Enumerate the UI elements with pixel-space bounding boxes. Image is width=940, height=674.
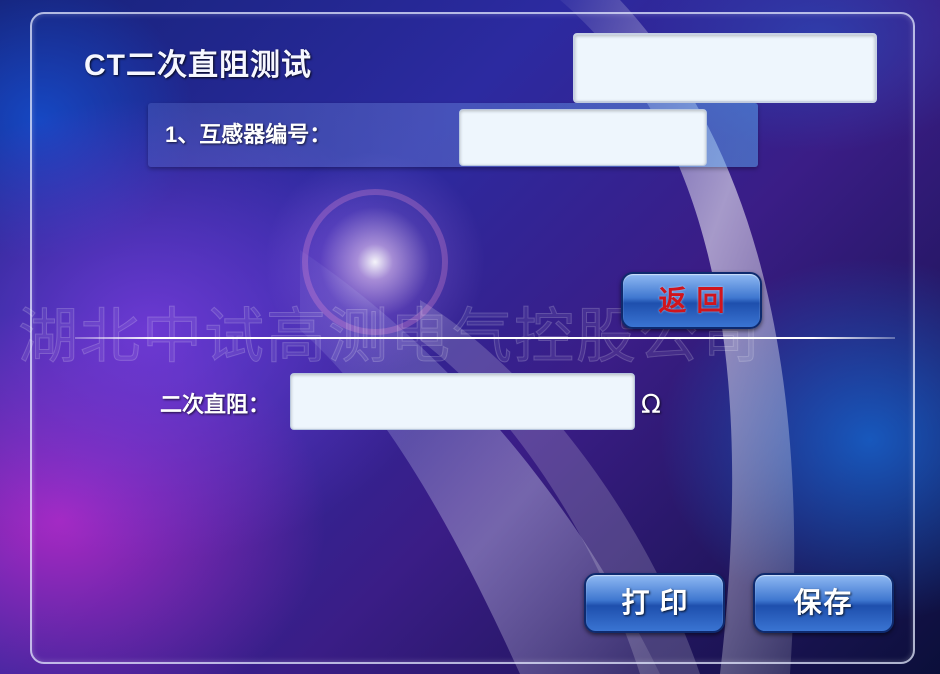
ohm-unit-label: Ω [641,390,661,420]
secondary-resistance-input[interactable] [290,373,635,430]
save-button[interactable]: 保存 [753,573,894,633]
print-button[interactable]: 打印 [584,573,725,633]
back-button[interactable]: 返回 [621,272,762,329]
section-divider [75,337,895,339]
transformer-number-input[interactable] [459,109,707,166]
page-title: CT二次直阻测试 [84,49,312,82]
transformer-number-label: 1、互感器编号： [165,122,332,147]
top-input-field[interactable] [573,33,877,103]
secondary-resistance-label: 二次直阻： [160,392,271,417]
